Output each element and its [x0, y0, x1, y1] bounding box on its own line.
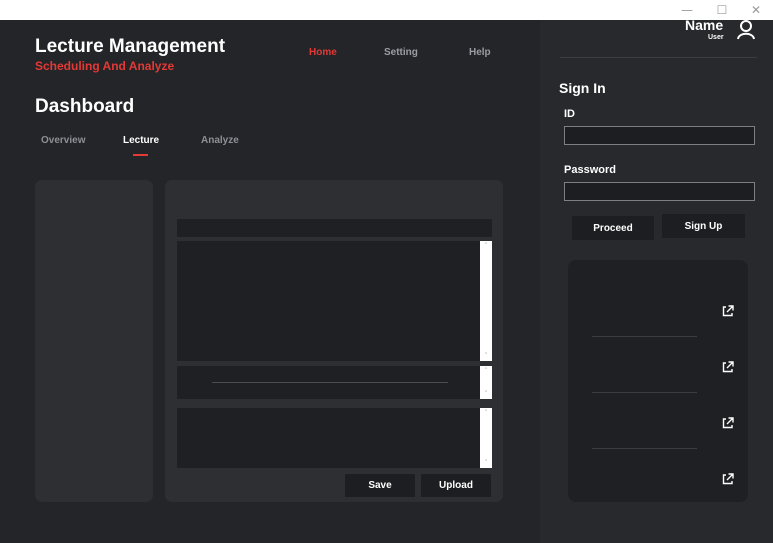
- id-field[interactable]: [564, 126, 755, 145]
- editor-scrollbar-bottom[interactable]: ˄ ˅: [480, 408, 492, 468]
- scroll-down-arrow-icon[interactable]: ˅: [480, 352, 492, 360]
- links-panel: [568, 260, 748, 502]
- editor-scrollbar-middle[interactable]: ˄ ˅: [480, 366, 492, 399]
- user-icon[interactable]: [736, 18, 756, 40]
- external-link-icon[interactable]: [721, 304, 735, 318]
- nav-setting[interactable]: Setting: [384, 47, 418, 58]
- editor-panel: ˄ ˅ ˄ ˅ ˄ ˅ Save Upload: [165, 180, 503, 502]
- nav-help[interactable]: Help: [469, 47, 491, 58]
- editor-scrollbar-main[interactable]: ˄ ˅: [480, 241, 492, 361]
- active-tab-indicator: [133, 154, 148, 156]
- tab-overview[interactable]: Overview: [41, 135, 85, 146]
- password-field[interactable]: [564, 182, 755, 201]
- upload-button[interactable]: Upload: [421, 474, 491, 497]
- close-button[interactable]: ✕: [741, 0, 771, 20]
- tab-lecture[interactable]: Lecture: [123, 135, 159, 146]
- scroll-up-arrow-icon[interactable]: ˄: [480, 367, 492, 375]
- user-name: Name: [685, 17, 724, 33]
- editor-header-bar: [177, 219, 492, 237]
- main-area: Lecture Management Scheduling And Analyz…: [0, 20, 540, 543]
- nav-home[interactable]: Home: [309, 47, 337, 58]
- left-panel: [35, 180, 153, 502]
- scroll-down-arrow-icon[interactable]: ˅: [480, 459, 492, 467]
- window-titlebar: — ☐ ✕: [0, 0, 773, 20]
- external-link-icon[interactable]: [721, 416, 735, 430]
- page-title: Dashboard: [35, 96, 135, 117]
- id-label: ID: [564, 108, 575, 120]
- editor-textarea-bottom[interactable]: [177, 408, 480, 468]
- link-divider: [592, 392, 697, 393]
- external-link-icon[interactable]: [721, 360, 735, 374]
- proceed-button[interactable]: Proceed: [572, 216, 654, 240]
- sidebar-divider: [560, 57, 757, 58]
- editor-textarea-main[interactable]: [177, 241, 480, 361]
- signin-title: Sign In: [559, 80, 606, 96]
- save-button[interactable]: Save: [345, 474, 415, 497]
- password-label: Password: [564, 164, 616, 176]
- app-title: Lecture Management: [35, 36, 226, 57]
- scroll-down-arrow-icon[interactable]: ˅: [480, 390, 492, 398]
- link-divider: [592, 448, 697, 449]
- editor-divider: [212, 382, 448, 383]
- app-subtitle: Scheduling And Analyze: [35, 59, 175, 73]
- scroll-up-arrow-icon[interactable]: ˄: [480, 242, 492, 250]
- scroll-up-arrow-icon[interactable]: ˄: [480, 409, 492, 417]
- signup-button[interactable]: Sign Up: [662, 214, 745, 238]
- external-link-icon[interactable]: [721, 472, 735, 486]
- link-divider: [592, 336, 697, 337]
- tab-analyze[interactable]: Analyze: [201, 135, 239, 146]
- user-role: User: [708, 34, 724, 41]
